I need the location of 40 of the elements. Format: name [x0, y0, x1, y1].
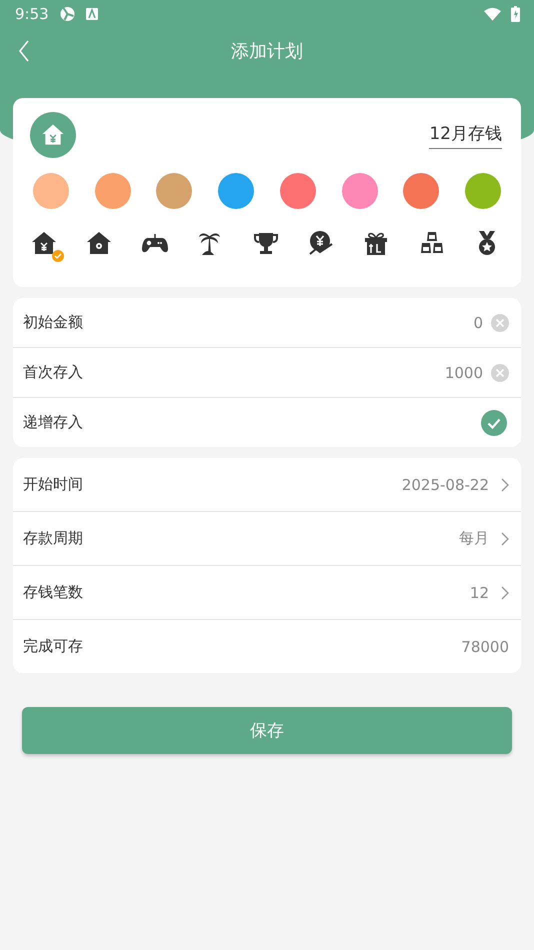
wifi-icon: [484, 6, 501, 22]
row-value: 78000: [461, 638, 509, 656]
status-time: 9:53: [15, 5, 49, 23]
color-swatch[interactable]: [280, 173, 316, 209]
check-badge-icon: [52, 250, 64, 262]
back-icon[interactable]: [18, 39, 30, 63]
color-swatch[interactable]: [403, 173, 440, 209]
plan-avatar-icon: [30, 112, 76, 158]
house-yen-icon[interactable]: [30, 229, 58, 257]
amount-field[interactable]: 1000: [444, 364, 483, 382]
row-value: 12: [470, 584, 489, 602]
battery-icon: [511, 6, 520, 22]
color-swatch[interactable]: [464, 173, 501, 209]
row-label: 完成可存: [23, 637, 84, 656]
plan-name-field[interactable]: 12月存钱: [429, 122, 502, 148]
row-value: 每月: [459, 529, 489, 548]
color-swatch[interactable]: [342, 173, 378, 209]
row-label: 存钱笔数: [23, 583, 84, 602]
row-label: 开始时间: [23, 475, 84, 494]
amount-field[interactable]: 0: [473, 314, 483, 332]
color-swatch[interactable]: [33, 173, 69, 209]
checkbox-icon[interactable]: [481, 410, 507, 436]
row-value: 2025-08-22: [402, 476, 489, 494]
color-swatch[interactable]: [94, 173, 131, 209]
house-icon[interactable]: [85, 229, 114, 257]
color-swatch[interactable]: [156, 173, 192, 209]
setting-row[interactable]: 存钱笔数 12: [13, 566, 521, 620]
row-label: 首次存入: [23, 363, 84, 382]
row-label: 初始金额: [23, 313, 84, 332]
setting-row[interactable]: 开始时间 2025-08-22: [13, 458, 521, 512]
color-swatch[interactable]: [218, 173, 254, 209]
app-icon: [86, 8, 98, 20]
clear-icon[interactable]: [491, 314, 509, 332]
clear-icon[interactable]: [491, 364, 509, 382]
row-label: 存款周期: [23, 529, 84, 548]
pinwheel-icon: [58, 6, 76, 22]
setting-row[interactable]: 存款周期 每月: [13, 512, 521, 566]
row-label: 递增存入: [23, 413, 84, 432]
yen-coin-icon[interactable]: [306, 229, 335, 257]
page-title: 添加计划: [231, 40, 303, 63]
